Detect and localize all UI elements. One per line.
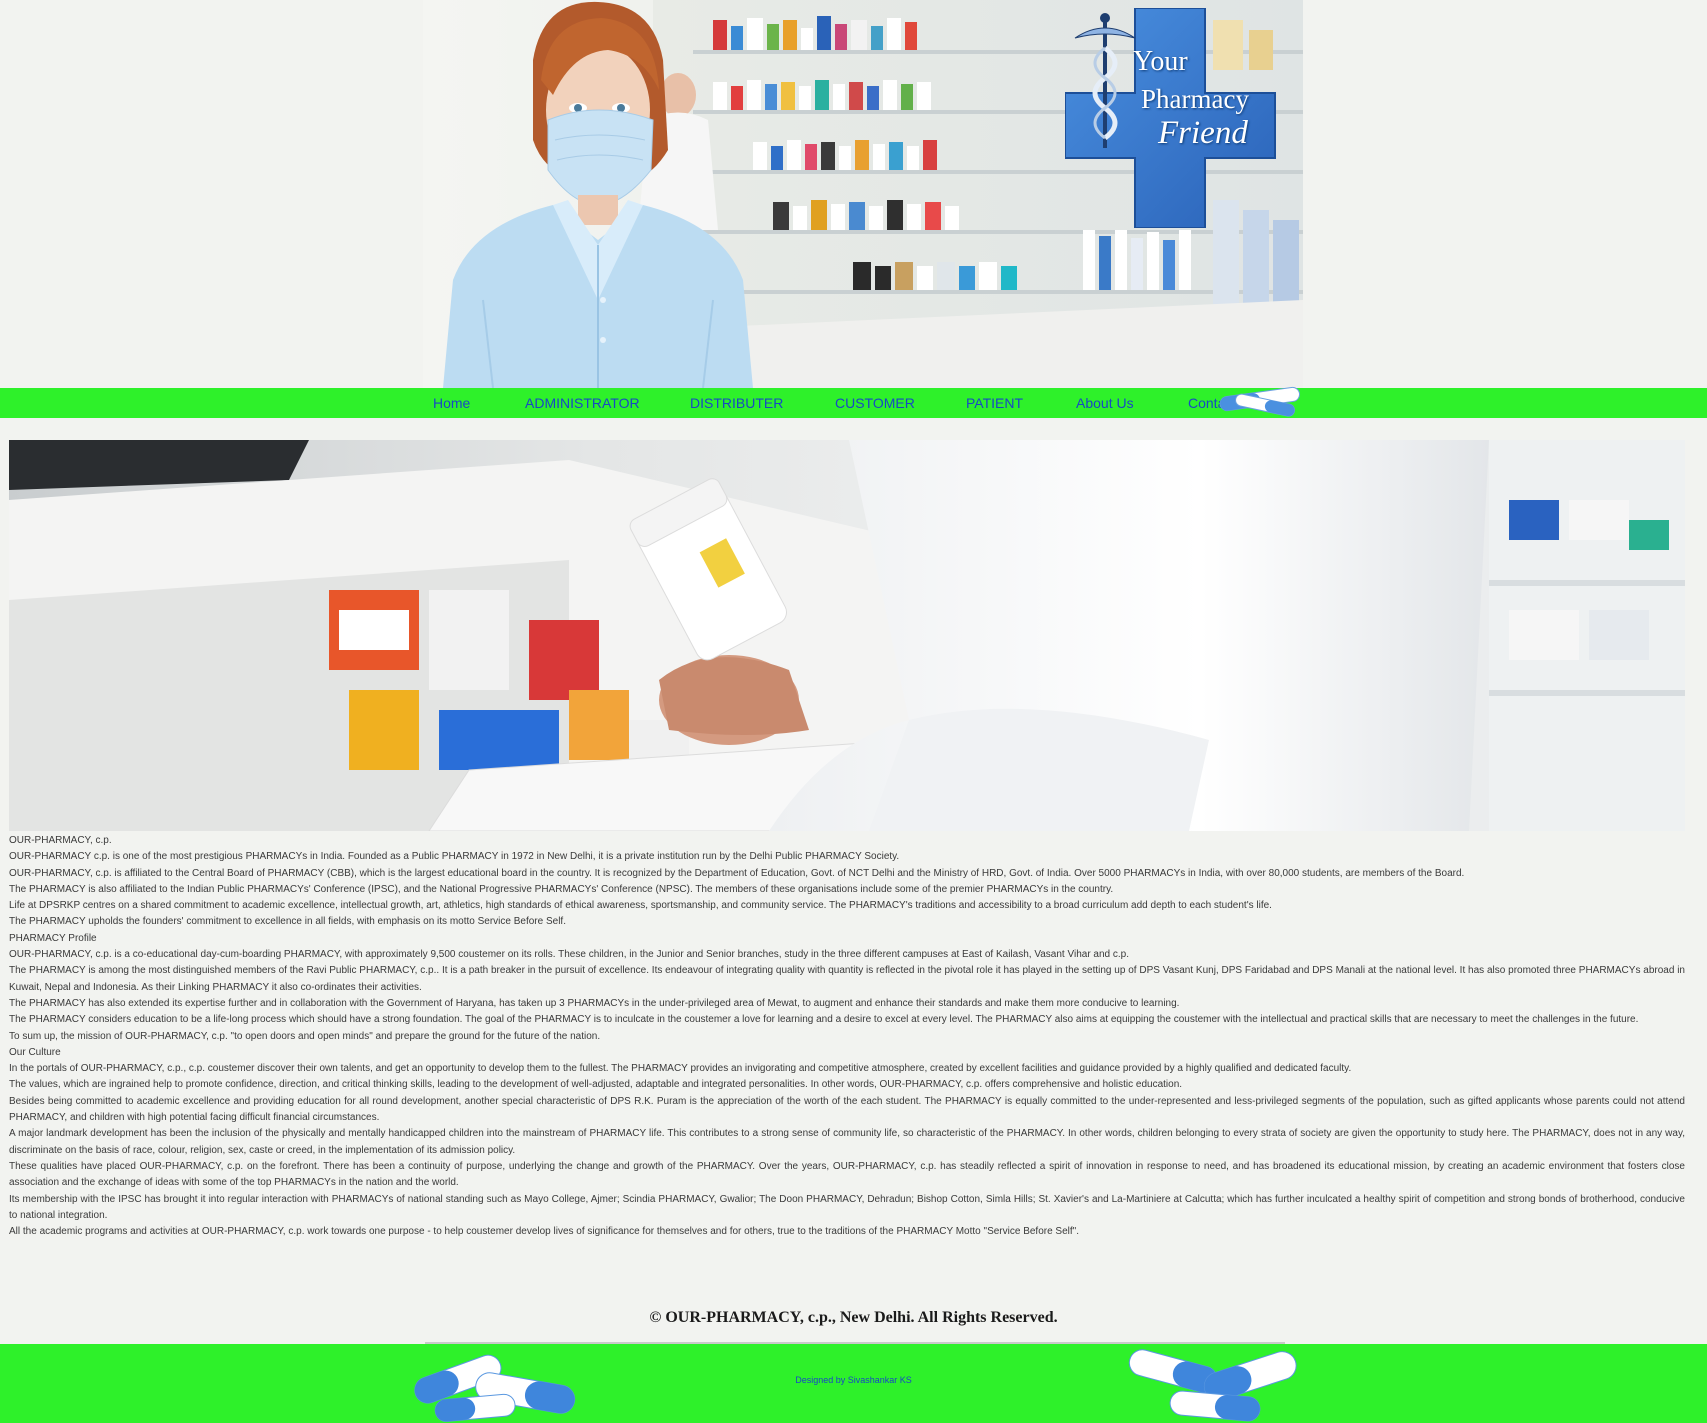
article-paragraph: Its membership with the IPSC has brought… bbox=[9, 1193, 1685, 1221]
article-paragraph: All the academic programs and activities… bbox=[9, 1226, 1079, 1238]
article-paragraph: OUR-PHARMACY, c.p. is a co-educational d… bbox=[9, 949, 1130, 961]
main-nav: Home ADMINISTRATOR DISTRIBUTER CUSTOMER … bbox=[0, 388, 1707, 418]
header-banner: Your Pharmacy Friend bbox=[423, 0, 1303, 388]
nav-distributer[interactable]: DISTRIBUTER bbox=[690, 395, 783, 411]
article-paragraph: These qualities have placed OUR-PHARMACY… bbox=[9, 1160, 1685, 1189]
about-article: OUR-PHARMACY, c.p. OUR-PHARMACY c.p. is … bbox=[9, 833, 1685, 1240]
nav-home[interactable]: Home bbox=[433, 395, 470, 411]
designed-by-text: Designed by Sivashankar KS bbox=[795, 1375, 912, 1385]
logo-text-line1: Your bbox=[1133, 46, 1188, 77]
article-paragraph: The values, which are ingrained help to … bbox=[9, 1079, 1183, 1091]
capsule-pill-icon bbox=[1219, 386, 1301, 417]
nav-patient[interactable]: PATIENT bbox=[966, 395, 1023, 411]
article-paragraph: In the portals of OUR-PHARMACY, c.p., c.… bbox=[9, 1063, 1352, 1075]
logo-text-line3: Friend bbox=[1158, 115, 1248, 151]
article-paragraph: Life at DPSRKP centres on a shared commi… bbox=[9, 900, 1272, 912]
article-paragraph: The PHARMACY has also extended its exper… bbox=[9, 997, 1180, 1009]
article-paragraph: The PHARMACY is among the most distingui… bbox=[9, 965, 1685, 993]
article-paragraph: Besides being committed to academic exce… bbox=[9, 1095, 1685, 1124]
article-paragraph: OUR-PHARMACY, c.p. is affiliated to the … bbox=[9, 867, 1465, 879]
nav-administrator[interactable]: ADMINISTRATOR bbox=[525, 395, 640, 411]
section-heading-culture: Our Culture bbox=[9, 1046, 61, 1058]
article-paragraph: The PHARMACY upholds the founders' commi… bbox=[9, 916, 566, 928]
pharmacist-hero-image bbox=[9, 440, 1685, 831]
copyright-text: © OUR-PHARMACY, c.p., New Delhi. All Rig… bbox=[649, 1309, 1058, 1326]
logo-text-line2: Pharmacy bbox=[1141, 84, 1249, 114]
section-heading-profile: PHARMACY Profile bbox=[9, 932, 97, 944]
article-paragraph: The PHARMACY considers education to be a… bbox=[9, 1014, 1639, 1026]
nav-about-us[interactable]: About Us bbox=[1076, 395, 1134, 411]
article-paragraph: A major landmark development has been th… bbox=[9, 1128, 1685, 1156]
pharmacist-image bbox=[443, 1, 753, 388]
nav-customer[interactable]: CUSTOMER bbox=[835, 395, 915, 411]
article-paragraph: OUR-PHARMACY c.p. is one of the most pre… bbox=[9, 851, 900, 863]
article-paragraph: OUR-PHARMACY, c.p. bbox=[9, 835, 112, 846]
article-paragraph: To sum up, the mission of OUR-PHARMACY, … bbox=[9, 1030, 601, 1042]
article-paragraph: The PHARMACY is also affiliated to the I… bbox=[9, 883, 1114, 895]
